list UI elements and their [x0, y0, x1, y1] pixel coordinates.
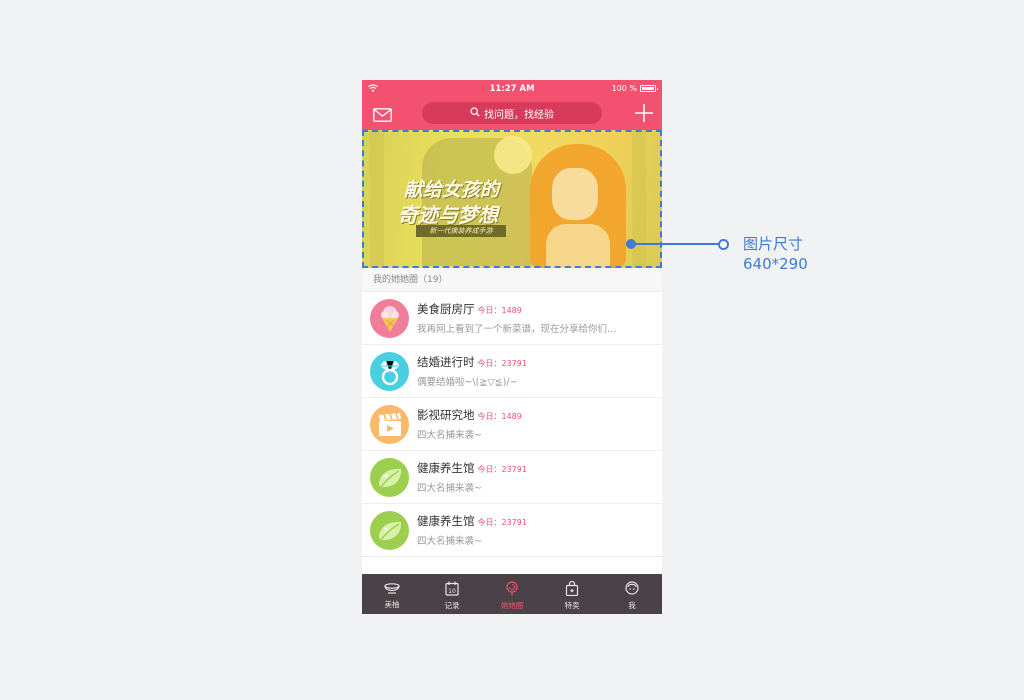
battery-icon — [640, 85, 658, 92]
list-item-title: 健康养生馆 — [417, 461, 475, 475]
annotation-size: 640*290 — [743, 255, 808, 273]
list-item-today-count: 今日：23791 — [477, 465, 527, 474]
ring-icon — [370, 352, 409, 391]
list-item-today-count: 今日：1489 — [477, 412, 522, 421]
list-item-today-count: 今日：1489 — [477, 306, 522, 315]
list-item[interactable]: 影视研究地 今日：1489 四大名捕来袭~ — [362, 398, 662, 451]
shopping-bag-icon — [565, 580, 579, 598]
banner-title-line1: 献给女孩的 — [404, 179, 500, 201]
list-item-subtitle: 我再网上看到了一个新菜谱，现在分享给你们… — [417, 324, 617, 335]
list-item-subtitle: 四大名捕来袭~ — [417, 430, 482, 441]
list-item-today-count: 今日：23791 — [477, 518, 527, 527]
tab-bar: 美柚 10 记录 她她圈 特卖 我 — [362, 574, 662, 614]
annotation-end-dot — [718, 239, 729, 250]
plus-icon[interactable] — [634, 103, 654, 127]
tab-label: 她她圈 — [500, 601, 524, 610]
status-bar: 11:27 AM 100 % — [362, 80, 662, 98]
list-item[interactable]: 美食厨房厅 今日：1489 我再网上看到了一个新菜谱，现在分享给你们… — [362, 292, 662, 345]
annotation-anchor-dot — [626, 239, 636, 249]
lollipop-icon — [505, 581, 519, 598]
tab-label: 我 — [628, 601, 636, 610]
banner-title-line2: 奇迹与梦想 — [398, 203, 498, 227]
tab-sale[interactable]: 特卖 — [542, 574, 602, 614]
tab-me[interactable]: 我 — [602, 574, 662, 614]
list-item[interactable]: 健康养生馆 今日：23791 四大名捕来袭~ — [362, 451, 662, 504]
list-item-title: 影视研究地 — [417, 408, 475, 422]
tab-label: 美柚 — [384, 600, 400, 609]
list-item-title: 结婚进行时 — [417, 355, 475, 369]
clapperboard-icon — [370, 405, 409, 444]
leaf-icon — [370, 458, 409, 497]
banner-image[interactable]: 献给女孩的 奇迹与梦想 新一代换装养成手游 — [362, 130, 662, 268]
list-item-subtitle: 偶要结婚啦~\(≧▽≦)/~ — [417, 377, 518, 388]
tab-label: 特卖 — [564, 601, 580, 610]
list-item-subtitle: 四大名捕来袭~ — [417, 483, 482, 494]
section-title: 我的她她圈（19） — [362, 268, 662, 292]
phone-screen: 11:27 AM 100 % 找问题，找经验 献给女孩的 奇迹与梦想 新一代换装… — [362, 80, 662, 614]
annotation-title: 图片尺寸 — [743, 235, 804, 253]
list-item-subtitle: 四大名捕来袭~ — [417, 536, 482, 547]
leaf-icon — [370, 511, 409, 550]
search-icon — [470, 106, 480, 120]
banner-tagline: 新一代换装养成手游 — [416, 225, 506, 237]
mail-icon[interactable] — [373, 107, 392, 126]
annotation-label: 图片尺寸 640*290 — [743, 234, 808, 274]
svg-text:10: 10 — [448, 588, 456, 595]
list-item-today-count: 今日：23791 — [477, 359, 527, 368]
tab-record[interactable]: 10 记录 — [422, 574, 482, 614]
search-placeholder: 找问题，找经验 — [484, 109, 554, 121]
list-item[interactable]: 结婚进行时 今日：23791 偶要结婚啦~\(≧▽≦)/~ — [362, 345, 662, 398]
tab-label: 记录 — [444, 601, 460, 610]
list-item[interactable]: 健康养生馆 今日：23791 四大名捕来袭~ — [362, 504, 662, 557]
list-item-title: 健康养生馆 — [417, 514, 475, 528]
battery-percent: 100 % — [611, 84, 637, 93]
calendar-icon: 10 — [445, 581, 459, 598]
list-item-title: 美食厨房厅 — [417, 302, 475, 316]
search-bar[interactable]: 找问题，找经验 — [422, 102, 602, 124]
circle-list: 美食厨房厅 今日：1489 我再网上看到了一个新菜谱，现在分享给你们… 结婚进行时… — [362, 292, 662, 557]
ice-cream-icon — [370, 299, 409, 338]
tab-circle[interactable]: 她她圈 — [482, 574, 542, 614]
tab-meiyou[interactable]: 美柚 — [362, 574, 422, 614]
nav-bar: 找问题，找经验 — [362, 98, 662, 130]
profile-icon — [625, 581, 639, 598]
bowl-icon — [384, 581, 400, 597]
annotation-line — [631, 243, 723, 245]
